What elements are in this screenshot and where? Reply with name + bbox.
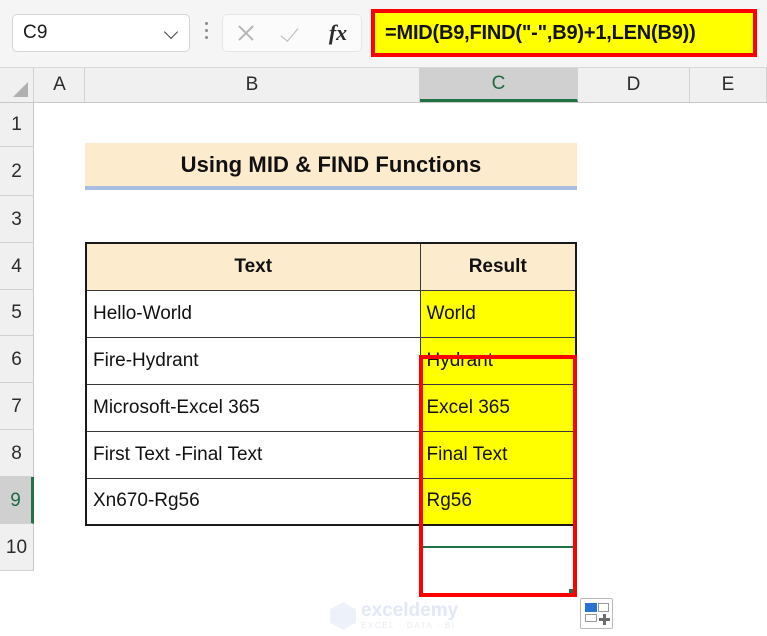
column-header-b[interactable]: B bbox=[85, 68, 420, 102]
cell-b5[interactable]: Hello-World bbox=[85, 289, 421, 338]
column-header-text: Text bbox=[85, 242, 421, 291]
row-header-9[interactable]: 9 bbox=[0, 477, 34, 524]
active-cell-selection-border bbox=[423, 546, 573, 548]
formula-bar-strip: C9 fx =MID(B9,FIND("-",B9)+1,LEN(B9)) bbox=[0, 0, 767, 68]
table-row: Fire-Hydrant Hydrant bbox=[85, 336, 577, 385]
cell-b7[interactable]: Microsoft-Excel 365 bbox=[85, 383, 421, 432]
cell-c6[interactable]: Hydrant bbox=[419, 336, 577, 385]
column-header-c[interactable]: C bbox=[420, 68, 578, 102]
select-all-triangle-icon[interactable] bbox=[0, 68, 34, 102]
exceldemy-watermark: exceldemy EXCEL - DATA - BI bbox=[330, 596, 490, 636]
watermark-tagline: EXCEL - DATA - BI bbox=[361, 620, 456, 630]
plus-icon bbox=[599, 614, 610, 625]
cell-c5[interactable]: World bbox=[419, 289, 577, 338]
quick-analysis-icon[interactable] bbox=[580, 598, 613, 629]
kebab-dot bbox=[204, 22, 208, 25]
column-header-row: A B C D E bbox=[0, 68, 767, 103]
qa-blue-tile bbox=[585, 603, 597, 612]
row-header-6[interactable]: 6 bbox=[0, 336, 34, 383]
table-row: First Text -Final Text Final Text bbox=[85, 430, 577, 479]
cell-c8[interactable]: Final Text bbox=[419, 430, 577, 479]
row-header-3[interactable]: 3 bbox=[0, 196, 34, 243]
worksheet-grid: A B C D E 1 2 3 4 5 6 7 8 9 10 Using MID… bbox=[0, 68, 767, 630]
column-header-d[interactable]: D bbox=[578, 68, 690, 102]
row-header-2[interactable]: 2 bbox=[0, 147, 34, 196]
watermark-text-block: exceldemy EXCEL - DATA - BI bbox=[361, 601, 458, 632]
insert-function-icon[interactable]: fx bbox=[323, 18, 353, 48]
row-header-8[interactable]: 8 bbox=[0, 430, 34, 477]
sheet-content-area: Using MID & FIND Functions Text Result H… bbox=[35, 103, 767, 578]
column-header-a[interactable]: A bbox=[35, 68, 85, 102]
kebab-menu-icon[interactable] bbox=[203, 22, 209, 44]
name-box[interactable]: C9 bbox=[12, 14, 190, 52]
row-header-1[interactable]: 1 bbox=[0, 103, 34, 147]
row-header-7[interactable]: 7 bbox=[0, 383, 34, 430]
column-header-result: Result bbox=[419, 242, 577, 291]
cancel-x-icon[interactable] bbox=[231, 18, 261, 48]
cell-b9[interactable]: Xn670-Rg56 bbox=[85, 477, 421, 526]
table-row: Hello-World World bbox=[85, 289, 577, 338]
cell-b8[interactable]: First Text -Final Text bbox=[85, 430, 421, 479]
formula-text: =MID(B9,FIND("-",B9)+1,LEN(B9)) bbox=[385, 21, 696, 44]
row-header-10[interactable]: 10 bbox=[0, 524, 34, 571]
cell-c7[interactable]: Excel 365 bbox=[419, 383, 577, 432]
table-row: Microsoft-Excel 365 Excel 365 bbox=[85, 383, 577, 432]
qa-white-tile bbox=[598, 603, 609, 612]
row-header-4[interactable]: 4 bbox=[0, 243, 34, 290]
row-header-5[interactable]: 5 bbox=[0, 290, 34, 336]
cell-b6[interactable]: Fire-Hydrant bbox=[85, 336, 421, 385]
page-title: Using MID & FIND Functions bbox=[180, 151, 482, 177]
name-box-value: C9 bbox=[23, 22, 48, 43]
table-header-row: Text Result bbox=[85, 242, 577, 291]
watermark-name: exceldemy bbox=[361, 599, 459, 621]
kebab-dot bbox=[204, 29, 208, 32]
data-table: Text Result Hello-World World Fire-Hydra… bbox=[85, 242, 577, 526]
qa-white-tile bbox=[585, 614, 597, 622]
chevron-down-icon[interactable] bbox=[165, 26, 179, 40]
enter-check-icon[interactable] bbox=[277, 18, 307, 48]
column-header-e[interactable]: E bbox=[690, 68, 767, 102]
kebab-dot bbox=[204, 36, 208, 39]
table-row: Xn670-Rg56 Rg56 bbox=[85, 477, 577, 526]
formula-input[interactable]: =MID(B9,FIND("-",B9)+1,LEN(B9)) bbox=[371, 9, 757, 57]
title-banner-cell[interactable]: Using MID & FIND Functions bbox=[85, 143, 577, 190]
fill-handle[interactable] bbox=[569, 589, 573, 593]
cell-c9[interactable]: Rg56 bbox=[419, 477, 577, 526]
exceldemy-hex-logo-icon bbox=[330, 602, 356, 630]
formula-bar-buttons: fx bbox=[222, 14, 362, 52]
